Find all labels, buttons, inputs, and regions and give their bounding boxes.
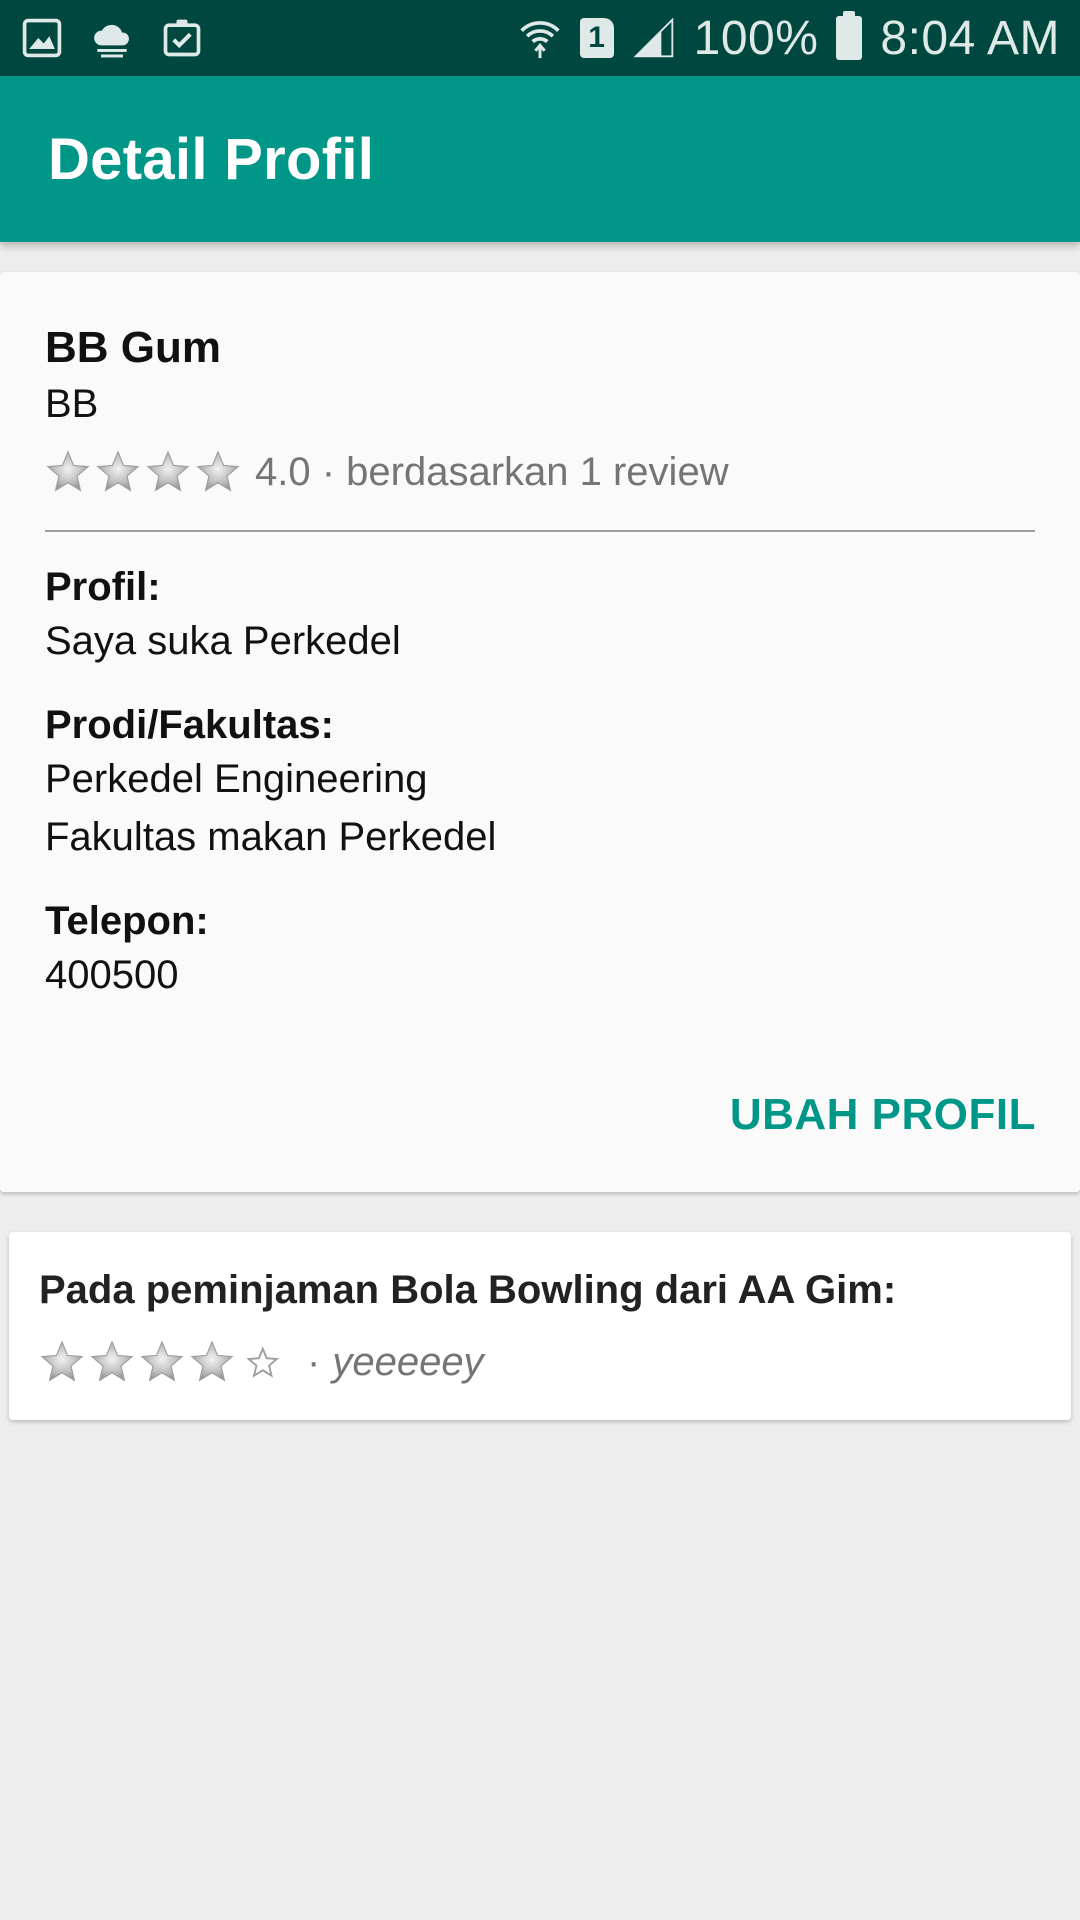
field-prodi-fakultas: Prodi/Fakultas: Perkedel Engineering Fak… (45, 700, 1035, 866)
star-filled-icon (190, 1340, 234, 1382)
star-filled-icon (140, 1340, 184, 1382)
field-telepon: Telepon: 400500 (45, 896, 1035, 1004)
clock: 8:04 AM (880, 11, 1060, 65)
star-filled-icon (196, 450, 240, 492)
edit-profile-button[interactable]: UBAH PROFIL (730, 1090, 1036, 1140)
battery-percent: 100% (693, 11, 819, 65)
field-value: Saya suka Perkedel (45, 619, 401, 663)
profile-card: BB Gum BB 4.0 · berdasarkan 1 review Pro… (0, 272, 1080, 1192)
review-stars (39, 1339, 285, 1385)
clipboard-check-icon (163, 19, 201, 57)
battery-icon (836, 11, 863, 60)
profile-name: BB Gum (45, 323, 221, 372)
review-separator: · (307, 1339, 321, 1384)
field-value-fakultas: Fakultas makan Perkedel (45, 815, 497, 859)
star-filled-icon (146, 450, 190, 492)
system-icons: 1 100% 8:04 AM (518, 11, 1060, 66)
profile-nickname: BB (45, 382, 99, 426)
sim-icon: 1 (579, 18, 614, 58)
profile-rating: 4.0 · berdasarkan 1 review (45, 442, 1035, 502)
notification-icons (20, 16, 204, 60)
star-empty-icon (246, 1346, 280, 1378)
review-rating-row: · yeeeeey (39, 1332, 1041, 1392)
rating-text: 4.0 · berdasarkan 1 review (255, 449, 729, 494)
page-title: Detail Profil (48, 126, 375, 192)
image-icon (22, 18, 62, 58)
field-label: Profil: (45, 565, 161, 609)
field-value: 400500 (45, 953, 179, 997)
star-filled-icon (40, 1340, 84, 1382)
signal-icon (633, 17, 673, 58)
cloud-icon (94, 24, 129, 58)
field-label: Telepon: (45, 899, 209, 943)
field-profil: Profil: Saya suka Perkedel (45, 562, 1035, 670)
star-filled-icon (90, 1340, 134, 1382)
review-card[interactable]: Pada peminjaman Bola Bowling dari AA Gim… (9, 1232, 1071, 1420)
status-bar: 1 100% 8:04 AM (0, 0, 1080, 76)
review-title: Pada peminjaman Bola Bowling dari AA Gim… (39, 1268, 897, 1312)
star-filled-icon (46, 450, 90, 492)
wifi-icon (519, 21, 560, 59)
divider (45, 530, 1035, 532)
app-bar: Detail Profil (0, 76, 1080, 242)
rating-stars (45, 449, 241, 495)
star-filled-icon (96, 450, 140, 492)
field-label: Prodi/Fakultas: (45, 703, 334, 747)
field-value-prodi: Perkedel Engineering (45, 757, 428, 801)
review-text: yeeeeey (332, 1339, 484, 1384)
